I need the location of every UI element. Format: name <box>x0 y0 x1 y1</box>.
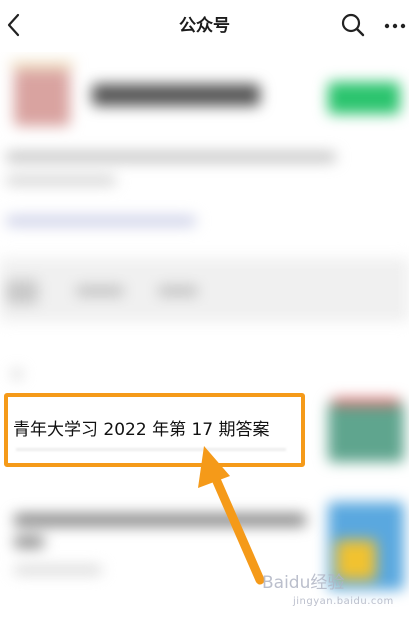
chevron-left-icon[interactable] <box>4 12 28 38</box>
account-desc-line <box>6 152 336 162</box>
list-date <box>12 370 22 378</box>
follow-button[interactable] <box>328 82 400 114</box>
menu-item[interactable] <box>158 286 198 296</box>
account-name <box>92 84 260 106</box>
article-thumbnail-top <box>332 398 400 406</box>
menu-bar <box>0 258 409 322</box>
account-avatar <box>14 70 70 126</box>
account-link[interactable] <box>6 216 196 226</box>
article-title-highlighted[interactable]: 青年大学习 2022 年第 17 期答案 <box>13 415 270 440</box>
menu-item[interactable] <box>76 286 124 296</box>
search-icon[interactable] <box>340 12 366 38</box>
watermark-text: Baidu经验 <box>262 573 345 593</box>
article-meta <box>14 566 102 574</box>
baidu-watermark: Baidu经验 <box>262 568 392 614</box>
menu-keyboard-icon[interactable] <box>6 280 38 304</box>
account-avatar-frame <box>10 62 74 68</box>
more-horizontal-icon[interactable] <box>383 14 407 38</box>
article-title <box>14 536 44 548</box>
watermark-subtext: jingyan.baidu.com <box>293 596 394 607</box>
article-thumbnail <box>328 402 404 462</box>
account-desc-line <box>6 176 116 185</box>
